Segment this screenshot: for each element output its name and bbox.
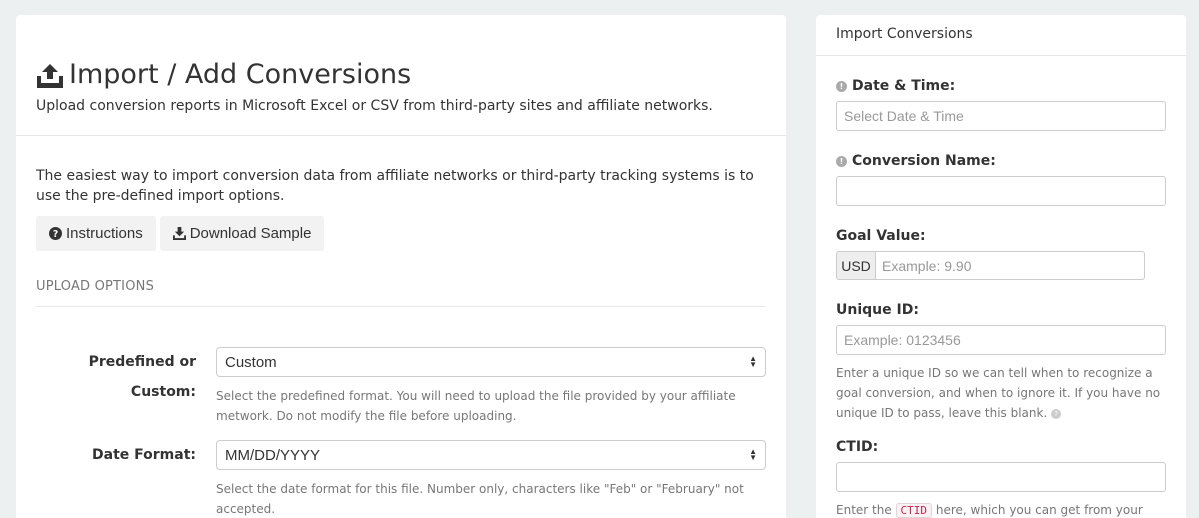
unique-id-help: Enter a unique ID so we can tell when to… xyxy=(836,363,1166,423)
upload-icon xyxy=(37,64,63,88)
goal-value-input[interactable]: Example: 9.90 xyxy=(875,251,1145,280)
ctid-label: CTID: xyxy=(836,439,879,455)
select-arrows-icon: ▲ ▼ xyxy=(749,447,757,462)
date-time-label: Date & Time: xyxy=(852,78,956,94)
ctid-help: Enter the CTID here, which you can get f… xyxy=(836,500,1166,518)
ctid-help-suffix: here, which you can get from your xyxy=(935,503,1143,517)
ctid-code: CTID xyxy=(895,503,933,518)
ctid-help-prefix: Enter the xyxy=(836,503,892,517)
info-icon: ! xyxy=(836,155,847,167)
page-title: Import / Add Conversions xyxy=(36,59,766,91)
page-subtitle: Upload conversion reports in Microsoft E… xyxy=(36,98,713,114)
intro-text: The easiest way to import conversion dat… xyxy=(36,168,754,204)
select-arrows-icon: ▲ ▼ xyxy=(749,354,757,369)
date-format-help: Select the date format for this file. Nu… xyxy=(216,482,744,516)
download-sample-label: Download Sample xyxy=(189,225,312,242)
predefined-select[interactable]: Custom ▲ ▼ xyxy=(216,347,766,377)
predefined-value: Custom xyxy=(225,353,277,371)
svg-text:?: ? xyxy=(53,229,58,240)
page-body: The easiest way to import conversion dat… xyxy=(16,136,786,518)
sidebar-title: Import Conversions xyxy=(816,15,1186,56)
instructions-label: Instructions xyxy=(66,225,143,242)
download-sample-button[interactable]: Download Sample xyxy=(159,216,325,251)
date-time-label-wrap: ! Date & Time: xyxy=(836,76,1166,96)
predefined-label: Predefined or Custom: xyxy=(88,354,196,400)
question-circle-icon: ? xyxy=(49,227,62,240)
goal-value-input-group: USD Example: 9.90 xyxy=(836,251,1145,280)
unique-id-help-text: Enter a unique ID so we can tell when to… xyxy=(836,366,1161,420)
date-format-value: MM/DD/YYYY xyxy=(225,446,321,464)
unique-id-group: Unique ID: Example: 0123456 Enter a uniq… xyxy=(836,300,1166,423)
instructions-button[interactable]: ? Instructions xyxy=(36,216,156,251)
ctid-input[interactable] xyxy=(836,462,1166,492)
upload-options-heading: UPLOAD OPTIONS xyxy=(36,279,766,307)
conversion-name-label-wrap: ! Conversion Name: xyxy=(836,151,1166,171)
action-buttons: ? Instructions Download Sample xyxy=(36,216,766,251)
page-header: Import / Add Conversions Upload conversi… xyxy=(16,15,786,136)
conversion-name-input[interactable] xyxy=(836,176,1166,206)
predefined-help: Select the predefined format. You will n… xyxy=(216,389,736,423)
goal-value-label: Goal Value: xyxy=(836,228,926,244)
date-format-select[interactable]: MM/DD/YYYY ▲ ▼ xyxy=(216,440,766,470)
date-time-input[interactable]: Select Date & Time xyxy=(836,101,1166,131)
info-icon: ! xyxy=(836,80,847,92)
page-title-text: Import / Add Conversions xyxy=(69,59,412,90)
predefined-row: Predefined or Custom: Custom ▲ ▼ Select t… xyxy=(36,347,766,426)
conversion-name-group: ! Conversion Name: xyxy=(836,151,1166,206)
download-icon xyxy=(172,227,186,240)
help-question-icon[interactable]: ? xyxy=(1051,408,1062,419)
date-format-label: Date Format: xyxy=(92,447,196,463)
import-panel: Import / Add Conversions Upload conversi… xyxy=(16,15,786,518)
conversion-name-label: Conversion Name: xyxy=(852,153,996,169)
date-time-group: ! Date & Time: Select Date & Time xyxy=(836,76,1166,131)
currency-addon: USD xyxy=(836,251,875,280)
ctid-group: CTID: Enter the CTID here, which you can… xyxy=(836,437,1166,518)
import-conversions-sidebar: Import Conversions ! Date & Time: Select… xyxy=(816,15,1186,518)
goal-value-group: Goal Value: USD Example: 9.90 xyxy=(836,226,1166,280)
unique-id-input[interactable]: Example: 0123456 xyxy=(836,325,1166,355)
date-format-row: Date Format: MM/DD/YYYY ▲ ▼ Select the da… xyxy=(36,440,766,518)
unique-id-label: Unique ID: xyxy=(836,302,919,318)
